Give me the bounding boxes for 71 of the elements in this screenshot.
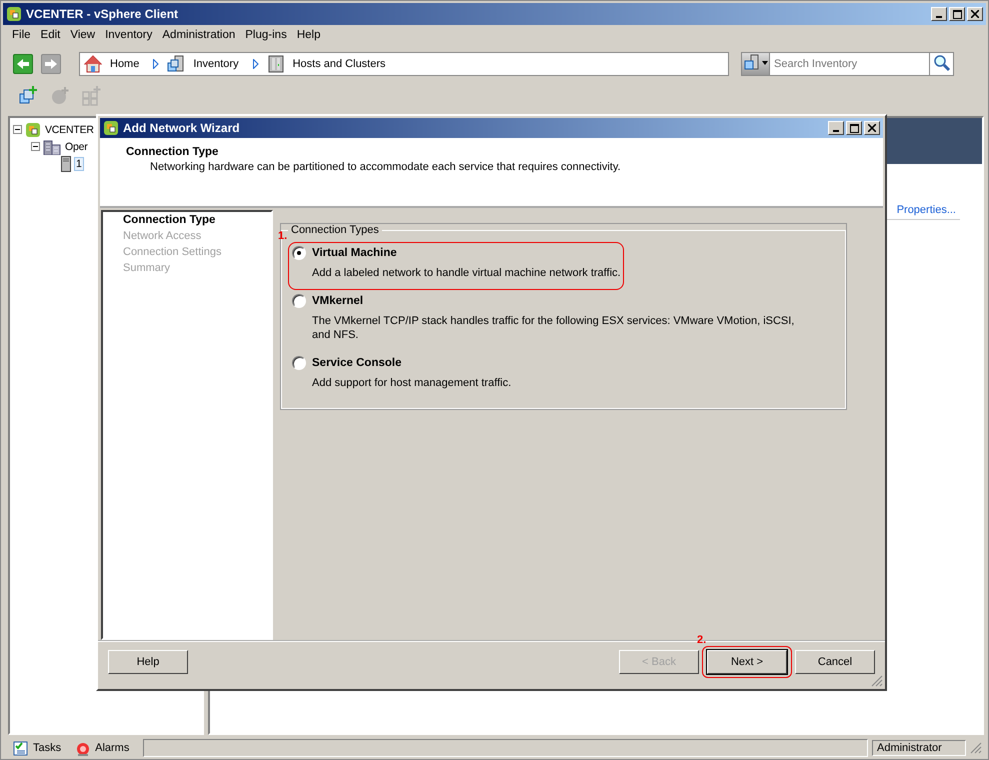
radio-button[interactable]: [292, 356, 306, 370]
status-tab[interactable]: Alarms: [95, 742, 130, 754]
radio-button[interactable]: [292, 294, 306, 308]
maximize-button[interactable]: [949, 7, 965, 21]
vcenter-icon: [25, 122, 41, 138]
close-button[interactable]: [967, 7, 983, 21]
option-description: Add support for host management traffic.: [311, 376, 512, 390]
radio-button[interactable]: [292, 246, 306, 260]
dialog-title: Add Network Wizard: [123, 121, 240, 135]
tasks-icon[interactable]: [13, 740, 29, 756]
user-label: Administrator: [872, 740, 966, 756]
breadcrumb-arrow-icon: [252, 59, 259, 69]
back-arrow-icon: [16, 58, 30, 70]
wizard-step: Summary: [123, 262, 271, 278]
window-title: VCENTER - vSphere Client: [26, 7, 178, 21]
wizard-step: Connection Settings: [123, 246, 271, 262]
menu-item[interactable]: Administration: [157, 29, 240, 43]
logo-icon: [103, 120, 119, 136]
option-label[interactable]: VMkernel: [312, 295, 364, 307]
header-description: Networking hardware can be partitioned to accommodate each service that requires connectivity.: [149, 161, 622, 173]
logo-icon: [6, 6, 22, 22]
breadcrumb-link[interactable]: Hosts and Clusters: [292, 58, 386, 70]
building-icon: [43, 138, 61, 154]
annotation-number: 2.: [697, 634, 706, 646]
annotation-number: 1.: [278, 230, 288, 242]
house-icon: [84, 55, 102, 73]
search-scope-button[interactable]: [741, 52, 770, 76]
host-icon: [61, 156, 71, 172]
resize-grip-icon[interactable]: [871, 675, 883, 687]
wizard-step: Network Access: [123, 230, 271, 246]
group-title: Connection Types: [290, 224, 380, 236]
search-button[interactable]: [930, 52, 954, 76]
tree-item[interactable]: 1: [74, 156, 84, 170]
alarm-icon[interactable]: [75, 740, 92, 756]
tree-item[interactable]: VCENTER: [44, 124, 95, 136]
close-button[interactable]: [864, 121, 880, 135]
option-label[interactable]: Virtual Machine: [312, 247, 397, 259]
close-icon: [971, 10, 979, 18]
tree-expander-icon[interactable]: [31, 142, 40, 151]
minimize-button[interactable]: [931, 7, 947, 21]
option-label[interactable]: Service Console: [312, 357, 402, 369]
option-description: Add a labeled network to handle virtual machine network traffic.: [311, 266, 622, 280]
close-icon: [868, 124, 876, 132]
menu-item[interactable]: File: [7, 29, 36, 43]
server-icon: [266, 55, 285, 73]
maximize-icon: [952, 10, 962, 18]
menu-item[interactable]: Help: [292, 29, 326, 43]
breadcrumb-arrow-icon: [153, 59, 160, 69]
maximize-icon: [850, 124, 858, 132]
search-field[interactable]: Search Inventory: [770, 52, 930, 76]
maximize-button[interactable]: [846, 121, 862, 135]
breadcrumb-link[interactable]: Home: [110, 58, 140, 70]
back-button[interactable]: [13, 54, 33, 74]
forward-arrow-icon: [44, 58, 58, 70]
status-tab[interactable]: Tasks: [33, 742, 62, 754]
tree-item[interactable]: Oper: [64, 140, 89, 152]
breadcrumb-link[interactable]: Inventory: [193, 58, 239, 70]
menu-item[interactable]: Edit: [36, 29, 66, 43]
menu-item[interactable]: Plug-ins: [240, 29, 292, 43]
minimize-button[interactable]: [828, 121, 844, 135]
resize-grip-icon[interactable]: [970, 742, 982, 754]
option-description: The VMkernel TCP/IP stack handles traffic for the following ESX services: VMware VMotion, iSCSI, and NFS.: [311, 314, 796, 342]
wizard-button[interactable]: Cancel: [795, 650, 875, 674]
wizard-button[interactable]: Next >: [707, 650, 787, 674]
servers-icon: [167, 55, 186, 73]
help-button[interactable]: Help: [108, 650, 188, 674]
header-title: Connection Type: [126, 146, 220, 158]
menu-item[interactable]: Inventory: [100, 29, 158, 43]
tree-expander-icon[interactable]: [13, 125, 22, 134]
menu-item[interactable]: View: [65, 29, 100, 43]
wizard-step: Connection Type: [123, 214, 271, 230]
